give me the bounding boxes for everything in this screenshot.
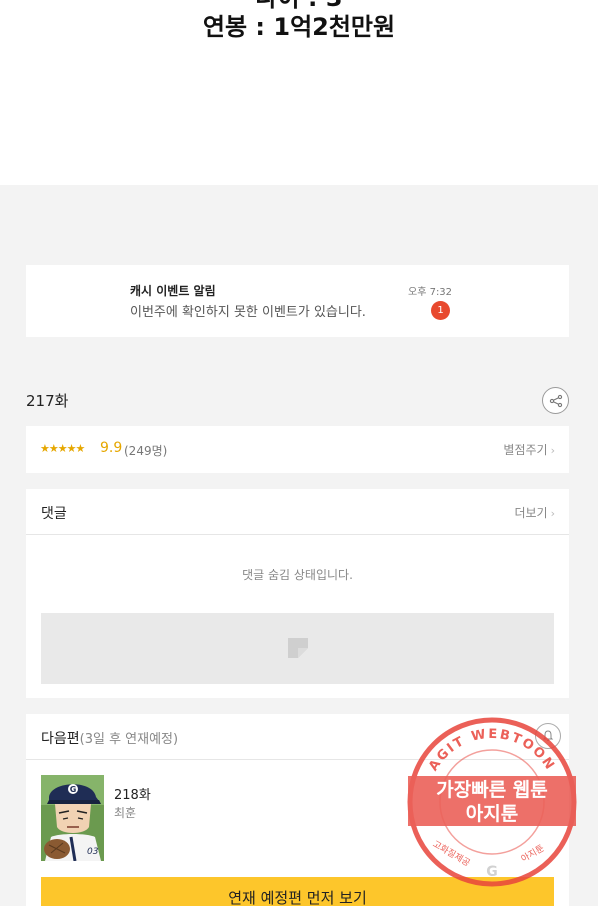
next-episode-thumbnail[interactable]: G 03 bbox=[41, 775, 104, 861]
next-episode-title: 다음편(3일 후 연재예정) bbox=[41, 728, 178, 748]
cash-event-notification[interactable]: 캐시 이벤트 알림 이번주에 확인하지 못한 이벤트가 있습니다. 오후 7:3… bbox=[26, 265, 569, 337]
ad-banner[interactable] bbox=[41, 613, 554, 684]
bell-icon bbox=[542, 730, 554, 741]
chevron-right-icon: › bbox=[550, 507, 555, 520]
notification-bell-button[interactable] bbox=[535, 723, 561, 749]
next-episode-section: 다음편(3일 후 연재예정) G 03 218화 최훈 연재 예정편 먼저 보기 bbox=[26, 714, 569, 906]
next-episode-number[interactable]: 218화 bbox=[114, 784, 151, 803]
episode-title: 217화 bbox=[26, 392, 69, 410]
comments-header: 댓글 더보기 › bbox=[26, 489, 569, 535]
comments-section: 댓글 더보기 › 댓글 숨김 상태입니다. bbox=[26, 489, 569, 698]
comments-more-button[interactable]: 더보기 › bbox=[514, 504, 555, 521]
preview-upcoming-button[interactable]: 연재 예정편 먼저 보기 bbox=[41, 877, 554, 906]
next-episode-header: 다음편(3일 후 연재예정) bbox=[26, 714, 569, 760]
comments-hidden-message: 댓글 숨김 상태입니다. bbox=[242, 568, 353, 582]
share-button[interactable] bbox=[542, 387, 569, 414]
notification-title: 캐시 이벤트 알림 bbox=[130, 284, 216, 298]
chevron-right-icon: › bbox=[550, 444, 555, 457]
next-episode-schedule: (3일 후 연재예정) bbox=[79, 732, 179, 747]
rating-bar: ★★★★★ 9.9 (249명) 별점주기 › bbox=[26, 426, 569, 473]
rating-count: (249명) bbox=[124, 444, 168, 458]
svg-text:03: 03 bbox=[87, 847, 99, 857]
rate-button-label: 별점주기 bbox=[503, 443, 548, 457]
share-icon bbox=[549, 394, 562, 407]
notification-time: 오후 7:32 bbox=[408, 287, 453, 298]
comments-title: 댓글 bbox=[41, 506, 67, 522]
comic-panel: 나이 : 3 연봉 : 1억2천만원 bbox=[0, 0, 598, 185]
svg-text:G: G bbox=[70, 785, 77, 794]
comic-text-salary: 연봉 : 1억2천만원 bbox=[202, 13, 396, 41]
baseball-player-illustration: G 03 bbox=[41, 775, 104, 861]
next-episode-label: 다음편 bbox=[41, 731, 80, 747]
rating-score: 9.9 bbox=[100, 440, 123, 456]
notification-badge: 1 bbox=[431, 301, 450, 320]
rate-button[interactable]: 별점주기 › bbox=[503, 441, 555, 458]
comments-more-label: 더보기 bbox=[514, 506, 548, 520]
rating-stars: ★★★★★ bbox=[40, 442, 85, 455]
next-episode-author: 최훈 bbox=[114, 806, 137, 820]
image-placeholder-icon bbox=[288, 638, 308, 658]
notification-body: 이번주에 확인하지 못한 이벤트가 있습니다. bbox=[130, 305, 366, 320]
